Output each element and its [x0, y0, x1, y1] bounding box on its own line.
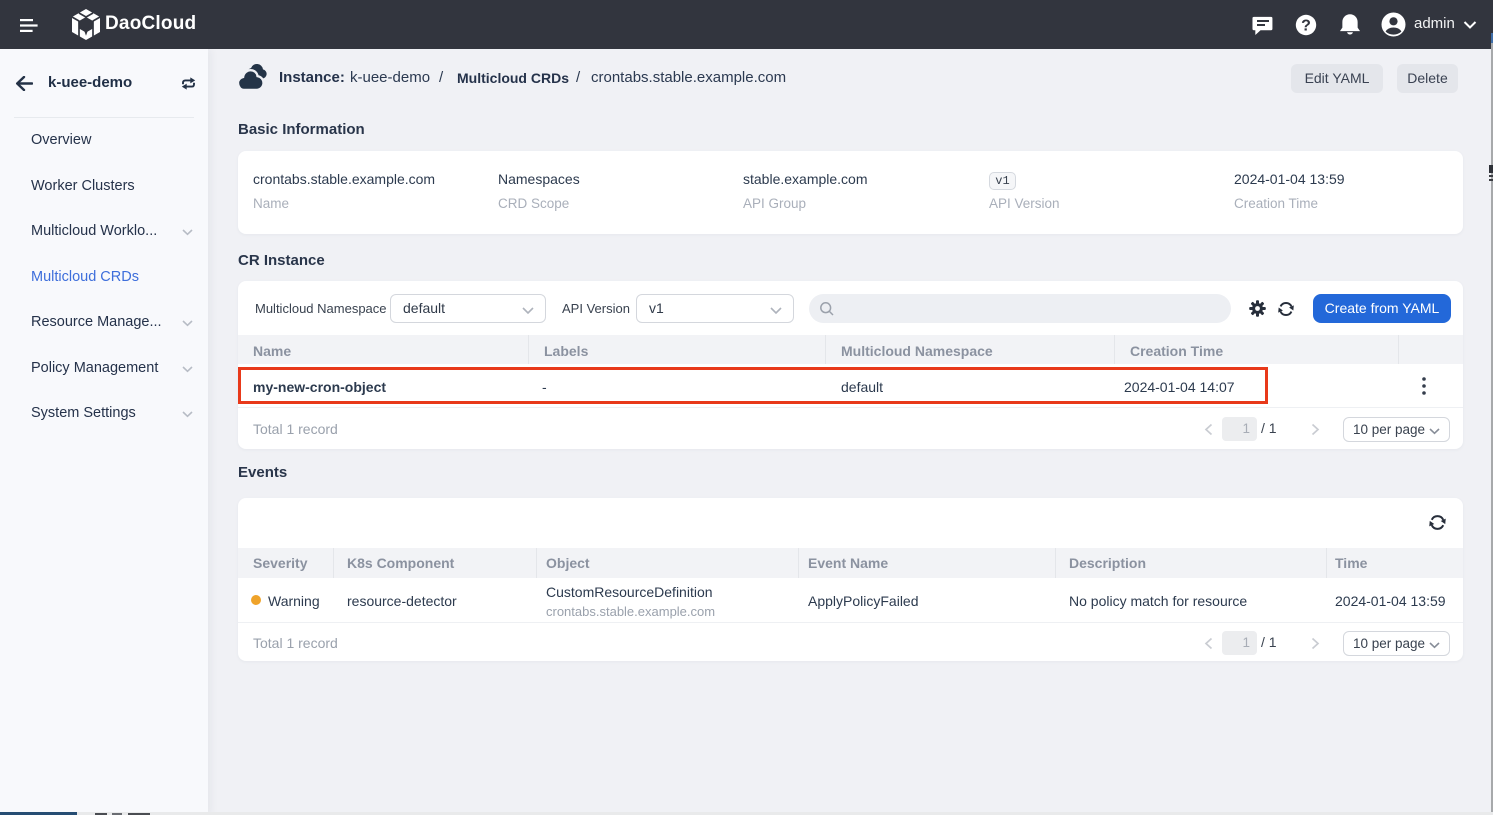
- svg-text:?: ?: [1301, 18, 1311, 35]
